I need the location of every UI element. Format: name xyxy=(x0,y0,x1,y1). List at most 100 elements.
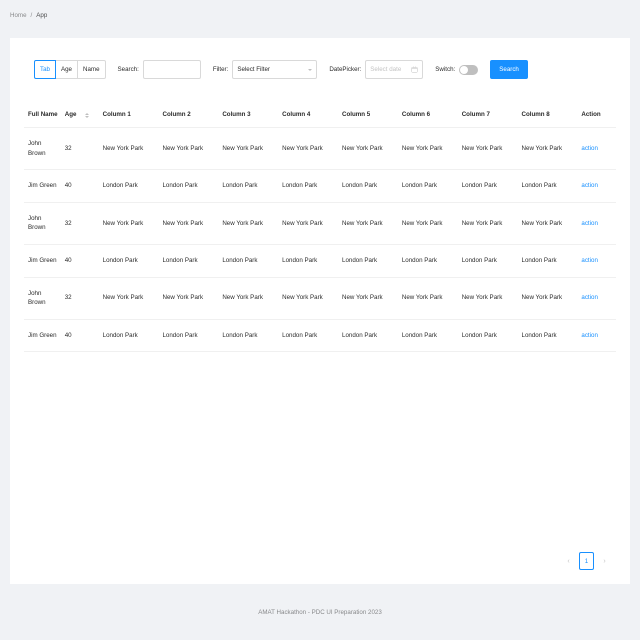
table-row[interactable]: John Brown 32 New York Park New York Par… xyxy=(24,127,616,171)
cell-age: 32 xyxy=(60,127,81,171)
toolbar: Tab Age Name Search: Filter: Select Filt… xyxy=(24,60,616,79)
cell-column-8: London Park xyxy=(517,244,578,278)
tab-button-group: Tab Age Name xyxy=(34,60,106,79)
breadcrumb-item-home[interactable]: Home xyxy=(10,12,27,19)
switch-label: Switch: xyxy=(435,66,456,73)
cell-spacer xyxy=(80,319,99,353)
content-card-wrapper: Tab Age Name Search: Filter: Select Filt… xyxy=(0,30,640,584)
table-row[interactable]: Jim Green 40 London Park London Park Lon… xyxy=(24,244,616,278)
action-link[interactable]: action xyxy=(581,257,598,264)
cell-column-3: London Park xyxy=(218,169,279,203)
cell-column-5: New York Park xyxy=(338,127,398,171)
cell-column-1: New York Park xyxy=(98,202,159,246)
cell-column-2: New York Park xyxy=(158,277,219,320)
column-header-column-1[interactable]: Column 1 xyxy=(98,101,159,128)
column-header-action: Action xyxy=(577,101,616,128)
search-field-group: Search: xyxy=(118,60,201,79)
toggle-switch-knob xyxy=(460,65,469,74)
cell-column-7: New York Park xyxy=(457,127,518,171)
breadcrumb-separator: / xyxy=(30,11,33,19)
cell-action: action xyxy=(577,319,616,353)
data-table: Full Name Age Column 1 Column 2 Column 3 xyxy=(24,101,616,353)
datepicker-field-group: DatePicker: Select date xyxy=(329,60,424,79)
column-header-column-5[interactable]: Column 5 xyxy=(338,101,398,128)
cell-column-3: New York Park xyxy=(218,127,279,171)
cell-full-name: John Brown xyxy=(24,277,61,320)
column-header-column-7[interactable]: Column 7 xyxy=(457,101,518,128)
cell-column-2: New York Park xyxy=(158,202,219,246)
cell-column-7: London Park xyxy=(457,244,518,278)
pagination-page-1[interactable]: 1 xyxy=(579,552,594,570)
tab-button-tab[interactable]: Tab xyxy=(34,60,56,79)
pagination-next-icon[interactable]: › xyxy=(599,554,610,568)
cell-full-name: Jim Green xyxy=(24,169,61,203)
cell-column-8: New York Park xyxy=(517,277,578,320)
cell-column-3: London Park xyxy=(218,319,279,353)
tab-button-name[interactable]: Name xyxy=(77,60,106,79)
action-link[interactable]: action xyxy=(581,294,598,301)
datepicker-label: DatePicker: xyxy=(329,66,362,73)
cell-full-name: Jim Green xyxy=(24,319,61,353)
cell-column-1: London Park xyxy=(98,244,159,278)
filter-select[interactable]: Select Filter xyxy=(232,60,318,79)
column-header-age-sorter[interactable] xyxy=(80,101,99,128)
cell-column-2: New York Park xyxy=(158,127,219,171)
cell-column-1: New York Park xyxy=(98,277,159,320)
cell-column-8: New York Park xyxy=(517,127,578,171)
sort-arrows-icon[interactable] xyxy=(84,113,89,118)
cell-column-5: London Park xyxy=(338,244,398,278)
column-header-column-8[interactable]: Column 8 xyxy=(517,101,578,128)
column-header-column-2[interactable]: Column 2 xyxy=(158,101,219,128)
column-header-age[interactable]: Age xyxy=(60,101,81,128)
cell-column-4: New York Park xyxy=(278,127,339,171)
cell-column-6: London Park xyxy=(397,244,458,278)
cell-age: 40 xyxy=(60,169,81,203)
column-header-column-3[interactable]: Column 3 xyxy=(218,101,279,128)
table-row[interactable]: Jim Green 40 London Park London Park Lon… xyxy=(24,169,616,203)
search-input[interactable] xyxy=(142,60,201,79)
column-header-column-4[interactable]: Column 4 xyxy=(278,101,339,128)
pagination-prev-icon[interactable]: ‹ xyxy=(563,554,574,568)
cell-column-2: London Park xyxy=(158,319,219,353)
table-header: Full Name Age Column 1 Column 2 Column 3 xyxy=(24,101,616,128)
cell-column-7: London Park xyxy=(457,319,518,353)
table-body: John Brown 32 New York Park New York Par… xyxy=(24,127,616,353)
cell-column-3: London Park xyxy=(218,244,279,278)
action-link[interactable]: action xyxy=(581,145,598,152)
toggle-switch[interactable] xyxy=(459,64,479,75)
cell-column-6: London Park xyxy=(397,169,458,203)
filter-label: Filter: xyxy=(212,66,229,73)
cell-column-1: New York Park xyxy=(98,127,159,171)
action-link[interactable]: action xyxy=(581,182,598,189)
cell-full-name: Jim Green xyxy=(24,244,61,278)
cell-column-6: London Park xyxy=(397,319,458,353)
column-header-column-6[interactable]: Column 6 xyxy=(397,101,458,128)
action-link[interactable]: action xyxy=(581,220,598,227)
cell-action: action xyxy=(577,244,616,278)
cell-column-4: New York Park xyxy=(278,202,339,246)
cell-spacer xyxy=(80,244,99,278)
breadcrumb-item-app: App xyxy=(36,11,48,19)
cell-column-3: New York Park xyxy=(218,202,279,246)
cell-column-1: London Park xyxy=(98,169,159,203)
filter-selected-value: Select Filter xyxy=(237,66,270,73)
chevron-down-icon xyxy=(308,68,313,71)
action-link[interactable]: action xyxy=(581,332,598,339)
cell-column-1: London Park xyxy=(98,319,159,353)
table-row[interactable]: John Brown 32 New York Park New York Par… xyxy=(24,277,616,320)
cell-column-4: London Park xyxy=(278,319,339,353)
cell-age: 40 xyxy=(60,319,81,353)
tab-button-age[interactable]: Age xyxy=(54,60,78,79)
datepicker-placeholder: Select date xyxy=(370,66,402,73)
cell-column-2: London Park xyxy=(158,244,219,278)
table-row[interactable]: Jim Green 40 London Park London Park Lon… xyxy=(24,319,616,353)
column-header-full-name[interactable]: Full Name xyxy=(24,101,61,128)
data-table-container: Full Name Age Column 1 Column 2 Column 3 xyxy=(24,101,616,538)
content-card: Tab Age Name Search: Filter: Select Filt… xyxy=(10,38,630,584)
cell-full-name: John Brown xyxy=(24,202,61,246)
search-button[interactable]: Search xyxy=(490,60,528,79)
cell-column-7: London Park xyxy=(457,169,518,203)
sort-descending-icon xyxy=(84,116,89,118)
table-row[interactable]: John Brown 32 New York Park New York Par… xyxy=(24,202,616,246)
datepicker-input[interactable]: Select date xyxy=(365,60,424,79)
